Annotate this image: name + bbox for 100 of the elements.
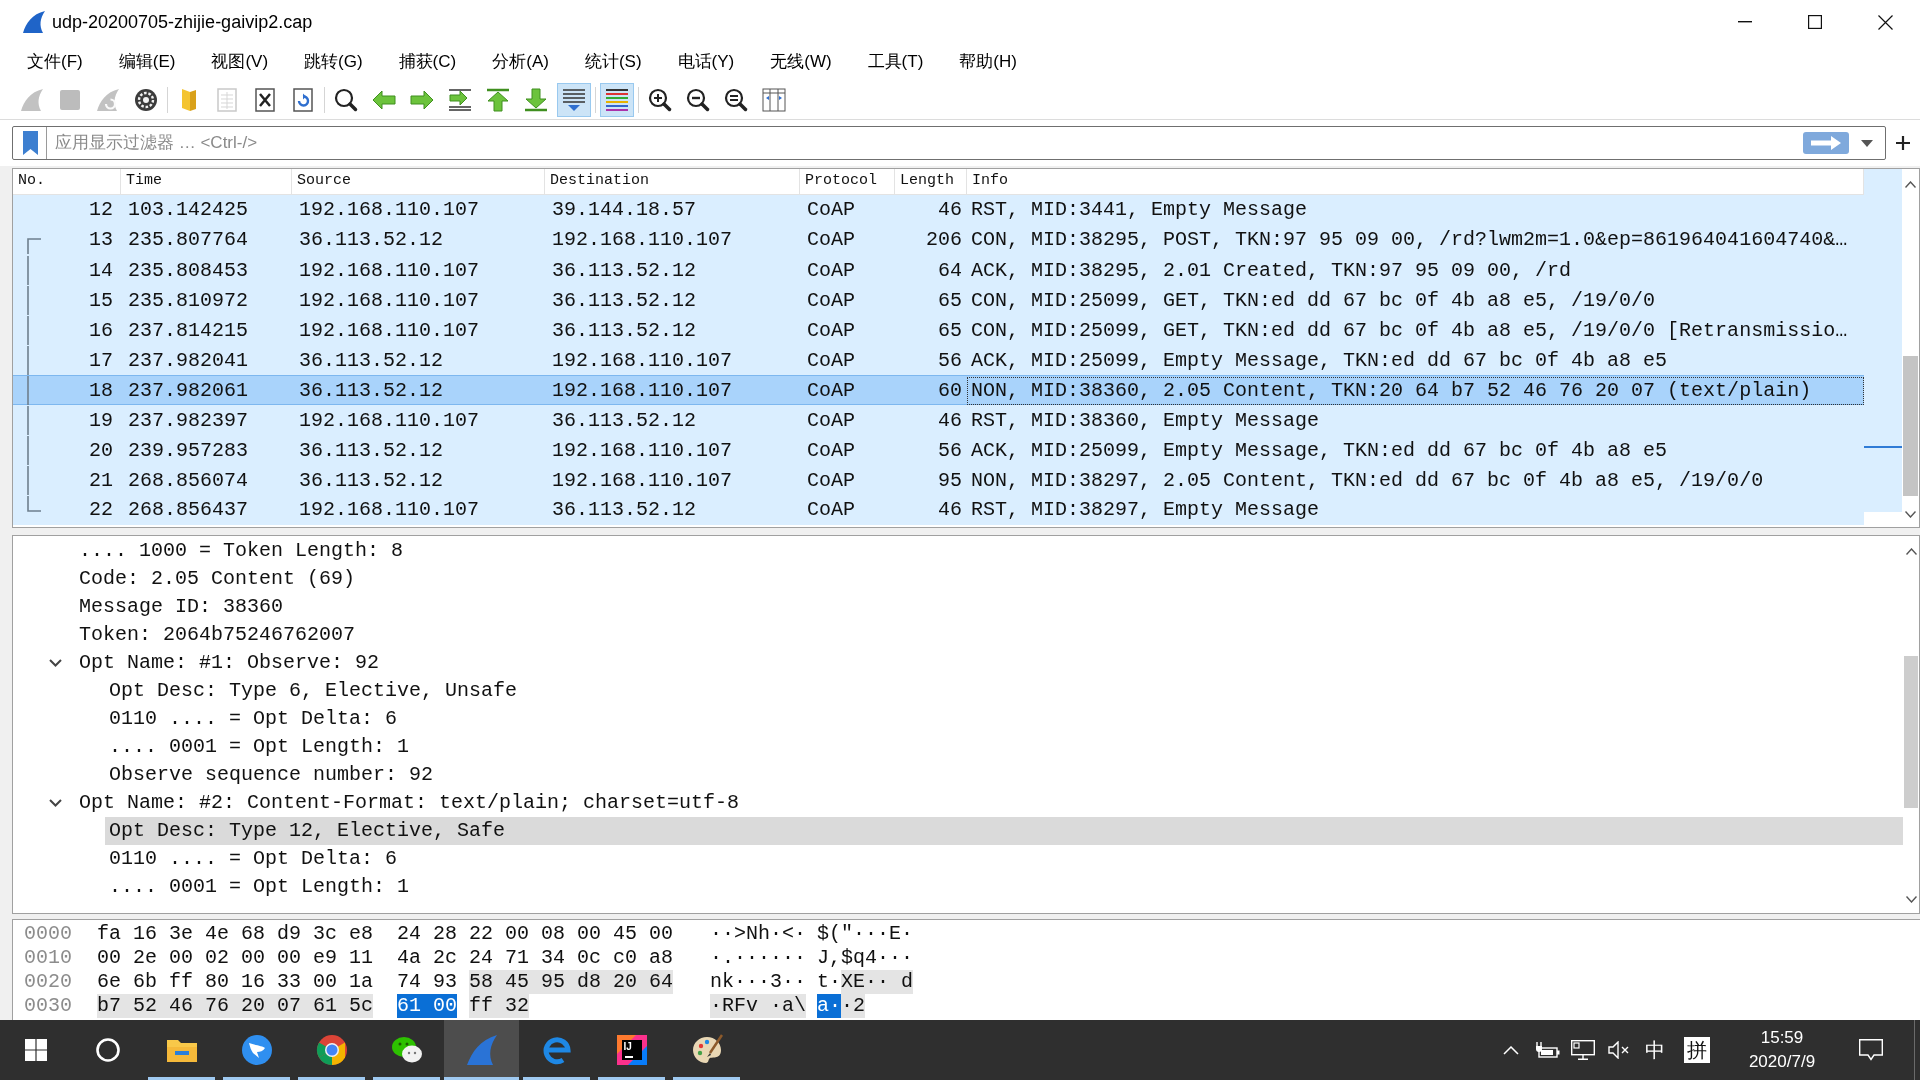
hex-bytes: 00 2e 00 02 00 00 e9 11	[97, 946, 374, 970]
packet-row[interactable]: 16 237.814215 192.168.110.107 36.113.52.12 CoAP 65 CON, MID:25099, GET, TKN:ed dd 67 bc 0f 4b a8 e5, /19/0/0 [Retransmissio…	[13, 315, 1864, 345]
arrow-down-bar-icon	[524, 87, 548, 112]
menu-item[interactable]: 工具(T)	[856, 47, 935, 77]
fin-refresh-icon	[96, 87, 120, 112]
tree-item[interactable]: Code: 2.05 Content (69)	[75, 565, 360, 593]
bookmark-icon	[23, 131, 38, 155]
close-icon	[1877, 14, 1893, 30]
chevron-down-icon[interactable]	[49, 659, 62, 667]
tree-item[interactable]: Opt Desc: Type 12, Elective, Safe	[105, 817, 1903, 845]
menu-item[interactable]: 跳转(G)	[293, 47, 374, 77]
packet-row[interactable]: 14 235.808453 192.168.110.107 36.113.52.12 CoAP 64 ACK, MID:38295, 2.01 Created, TKN:97 95 09 00, /rd	[13, 255, 1864, 285]
menu-item[interactable]: 视图(V)	[200, 47, 280, 77]
tree-item[interactable]: Opt Name: #1: Observe: 92	[75, 649, 384, 677]
windows-icon	[25, 1039, 47, 1061]
stop-icon	[58, 87, 82, 112]
table-cell-text: 36.113.52.12	[299, 468, 444, 494]
table-cell-text: 192.168.110.107	[299, 288, 480, 314]
tree-item[interactable]: Message ID: 38360	[75, 593, 288, 621]
scrollbar-thumb[interactable]	[1903, 356, 1918, 496]
table-cell-text: 36.113.52.12	[552, 497, 697, 523]
table-cell-text: 235.808453	[128, 258, 249, 284]
packet-row[interactable]: 13 235.807764 36.113.52.12 192.168.110.107 CoAP 206 CON, MID:38295, POST, TKN:97 95 09 00, /rd?lwm2m=1.0&ep=861964041604740&…	[13, 225, 1864, 255]
table-cell-text: 56	[938, 438, 962, 464]
notification-icon	[1859, 1039, 1883, 1061]
menu-item[interactable]: 文件(F)	[16, 47, 94, 77]
ascii-text: ··>Nh·<·	[710, 922, 807, 946]
table-cell-text: 237.982397	[128, 408, 249, 434]
palette-icon	[690, 1034, 723, 1066]
chevron-down-icon[interactable]	[49, 799, 62, 807]
tree-item[interactable]: 0110 .... = Opt Delta: 6	[105, 705, 402, 733]
table-cell: NON, MID:38360, 2.05 Content, TKN:20 64 b7 52 46 76 20 07 (text/plain)	[967, 377, 1864, 405]
packet-row[interactable]: 19 237.982397 192.168.110.107 36.113.52.12 CoAP 46 RST, MID:38360, Empty Message	[13, 405, 1864, 435]
menu-item[interactable]: 帮助(H)	[948, 47, 1028, 77]
search-icon	[334, 87, 358, 112]
packet-row[interactable]: 20 239.957283 36.113.52.12 192.168.110.107 CoAP 56 ACK, MID:25099, Empty Message, TKN:ed dd 67 bc 0f 4b a8 e5	[13, 435, 1864, 465]
tree-item[interactable]: Token: 2064b75246762007	[75, 621, 360, 649]
table-cell-text: 15	[89, 288, 113, 314]
table-cell-text: 46	[938, 408, 962, 434]
ime-button[interactable]: 拼	[1684, 1037, 1710, 1063]
toolbar-button[interactable]	[557, 82, 591, 117]
taskbar-button[interactable]: IJ	[594, 1020, 669, 1080]
table-cell-text: CoAP	[807, 497, 855, 523]
menu-item[interactable]: 分析(A)	[481, 47, 560, 77]
tree-item[interactable]: .... 0001 = Opt Length: 1	[105, 733, 414, 761]
table-cell-text: 18	[89, 378, 113, 404]
table-cell-text: 192.168.110.107	[552, 378, 733, 404]
table-cell-text: CoAP	[807, 378, 855, 404]
scrollbar-thumb[interactable]	[1904, 656, 1918, 808]
menu-item[interactable]: 统计(S)	[573, 47, 653, 77]
packet-row[interactable]: 21 268.856074 36.113.52.12 192.168.110.107 CoAP 95 NON, MID:38297, 2.05 Content, TKN:ed dd 67 bc 0f 4b a8 e5, /19/0/0	[13, 465, 1864, 495]
menu-item[interactable]: 电话(Y)	[666, 47, 746, 77]
position-marker	[1864, 446, 1902, 448]
ascii-text: nk···3··	[710, 970, 807, 994]
tree-item[interactable]: 0110 .... = Opt Delta: 6	[105, 845, 402, 873]
ascii-text: a·	[817, 994, 842, 1018]
arrow-up-bar-icon	[486, 87, 510, 112]
table-cell-text: ACK, MID:25099, Empty Message, TKN:ed dd 67 bc 0f 4b a8 e5	[970, 348, 1669, 374]
input-mode-button[interactable]: 中	[1637, 1020, 1673, 1080]
tree-item[interactable]: Opt Desc: Type 6, Elective, Unsafe	[105, 677, 522, 705]
toolbar-button[interactable]	[600, 82, 634, 117]
offset-label: 0020	[24, 970, 72, 994]
table-cell-text: 192.168.110.107	[552, 438, 733, 464]
packet-row[interactable]: 22 268.856437 192.168.110.107 36.113.52.12 CoAP 46 RST, MID:38297, Empty Message	[13, 495, 1864, 525]
clock-button[interactable]: 15:59 2020/7/9	[1721, 1020, 1843, 1080]
table-cell-text: CoAP	[807, 438, 855, 464]
chevron-up-icon	[1503, 1045, 1519, 1055]
tree-item[interactable]: .... 0001 = Opt Length: 1	[105, 873, 414, 901]
packet-row[interactable]: 17 237.982041 36.113.52.12 192.168.110.107 CoAP 56 ACK, MID:25099, Empty Message, TKN:ed dd 67 bc 0f 4b a8 e5	[13, 345, 1864, 375]
table-cell-text: CoAP	[807, 288, 855, 314]
packet-row[interactable]: 12 103.142425 192.168.110.107 39.144.18.57 CoAP 46 RST, MID:3441, Empty Message	[13, 195, 1864, 225]
hex-bytes: 4a 2c 24 71 34 0c c0 a8	[397, 946, 674, 970]
table-cell-text: RST, MID:38360, Empty Message	[970, 408, 1321, 434]
table-cell-text: 235.810972	[128, 288, 249, 314]
gear-icon	[134, 87, 158, 112]
chevron-up-icon	[1905, 180, 1916, 188]
document-x-icon	[253, 87, 277, 112]
hex-bytes: fa 16 3e 4e 68 d9 3c e8	[97, 922, 374, 946]
table-cell-text: 36.113.52.12	[299, 378, 444, 404]
menu-item[interactable]: 无线(W)	[759, 47, 843, 77]
ascii-text: J,$q4···	[817, 946, 914, 970]
circle-icon	[96, 1038, 120, 1062]
table-cell-text: 36.113.52.12	[299, 438, 444, 464]
table-cell-text: CON, MID:38295, POST, TKN:97 95 09 00, /rd?lwm2m=1.0&ep=861964041604740&…	[970, 227, 1849, 253]
table-cell-text: 235.807764	[128, 227, 249, 253]
logo-text: IJ	[623, 1041, 632, 1053]
tree-item[interactable]: Observe sequence number: 92	[105, 761, 438, 789]
table-cell-text: 237.982061	[128, 378, 249, 404]
menu-item[interactable]: 捕获(C)	[387, 47, 468, 77]
scrollbar-minimap[interactable]	[1864, 169, 1902, 512]
battery-plug-icon	[1534, 1042, 1560, 1058]
fin-icon	[20, 87, 44, 112]
menu-item[interactable]: 编辑(E)	[107, 47, 187, 77]
packet-row[interactable]: 15 235.810972 192.168.110.107 36.113.52.12 CoAP 65 CON, MID:25099, GET, TKN:ed dd 67 bc 0f 4b a8 e5, /19/0/0	[13, 285, 1864, 315]
offset-label: 0030	[24, 994, 72, 1018]
packet-row[interactable]: 18 237.982061 36.113.52.12 192.168.110.107 CoAP 60 NON, MID:38360, 2.05 Content, TKN:20 64 b7 52 46 76 20 07 (text/plain)	[13, 375, 1864, 405]
table-cell-text: 192.168.110.107	[299, 258, 480, 284]
tree-item[interactable]: Opt Name: #2: Content-Format: text/plain; charset=utf-8	[75, 789, 744, 817]
tree-item[interactable]: .... 1000 = Token Length: 8	[75, 537, 408, 565]
chevron-down-icon	[1905, 510, 1916, 518]
